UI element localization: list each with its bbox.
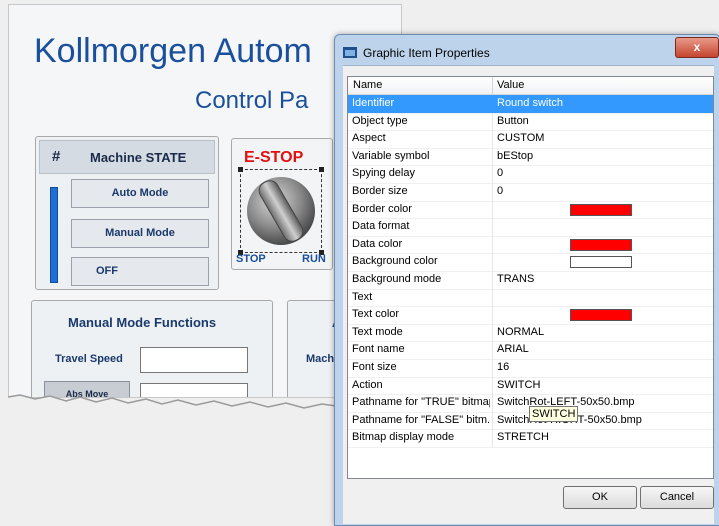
property-value[interactable]: STRETCH: [497, 431, 549, 443]
color-swatch[interactable]: [570, 238, 632, 251]
property-value[interactable]: NORMAL: [497, 326, 544, 338]
property-value[interactable]: 16: [497, 361, 509, 373]
property-row[interactable]: Identifier Round switch: [348, 95, 713, 114]
column-divider: [492, 411, 493, 430]
property-row[interactable]: Data format: [348, 218, 713, 237]
property-name: Text mode: [352, 325, 403, 338]
column-divider: [492, 165, 493, 183]
value-tooltip: SWITCH: [529, 406, 579, 422]
column-divider: [492, 323, 493, 342]
column-divider: [492, 341, 493, 359]
property-row[interactable]: Spying delay 0: [348, 165, 713, 184]
property-name: Aspect: [352, 132, 386, 145]
property-name: Border color: [352, 202, 412, 215]
property-row[interactable]: Action SWITCH: [348, 376, 713, 396]
property-name: Object type: [352, 114, 408, 127]
property-name: Variable symbol: [352, 149, 430, 162]
property-name: Data format: [352, 220, 410, 233]
color-swatch[interactable]: [570, 256, 632, 269]
property-value[interactable]: 0: [497, 185, 503, 197]
property-value[interactable]: SWITCH: [497, 379, 540, 391]
column-divider: [492, 394, 493, 412]
column-header-value[interactable]: Value: [497, 79, 524, 91]
property-row[interactable]: Border size 0: [348, 183, 713, 202]
property-row[interactable]: Background mode TRANS: [348, 271, 713, 290]
property-row[interactable]: Text color: [348, 306, 713, 325]
cancel-button[interactable]: Cancel: [640, 486, 714, 509]
column-divider: [492, 288, 493, 307]
property-name: Data color: [352, 237, 403, 250]
close-button[interactable]: x: [675, 37, 719, 58]
property-row[interactable]: Font size 16: [348, 359, 713, 378]
property-name: Border size: [352, 185, 408, 197]
property-value[interactable]: bEStop: [497, 150, 533, 162]
column-divider: [492, 306, 493, 324]
property-row[interactable]: Font name ARIAL: [348, 341, 713, 360]
property-name: Text: [352, 290, 373, 303]
window-icon: [343, 47, 357, 58]
property-row[interactable]: Background color: [348, 253, 713, 272]
column-divider: [492, 218, 493, 236]
graphic-item-properties-dialog: Graphic Item Properties x Name Value Ide…: [334, 34, 719, 526]
property-name: Background mode: [352, 273, 442, 285]
ok-button[interactable]: OK: [563, 486, 637, 509]
column-divider: [492, 147, 493, 166]
color-swatch[interactable]: [570, 203, 632, 216]
property-value[interactable]: TRANS: [497, 273, 534, 285]
property-value[interactable]: ARIAL: [497, 343, 529, 355]
property-name: Pathname for "TRUE" bitmap: [352, 396, 490, 409]
column-divider: [492, 200, 493, 219]
property-name: Pathname for "FALSE" bitm...: [352, 413, 490, 426]
property-row[interactable]: Variable symbol bEStop: [348, 147, 713, 167]
color-swatch[interactable]: [570, 309, 632, 322]
property-grid-header: Name Value: [348, 77, 713, 95]
property-value[interactable]: Round switch: [497, 97, 563, 109]
property-value[interactable]: Button: [497, 115, 529, 127]
property-row[interactable]: Object type Button: [348, 112, 713, 132]
property-row[interactable]: Text: [348, 288, 713, 308]
property-name: Spying delay: [352, 167, 415, 180]
property-row[interactable]: Bitmap display mode STRETCH: [348, 429, 713, 448]
property-name: Text color: [352, 308, 400, 321]
column-divider: [492, 253, 493, 271]
column-divider: [492, 95, 493, 113]
column-divider: [492, 235, 493, 254]
property-value[interactable]: 0: [497, 167, 503, 179]
column-divider: [492, 376, 493, 395]
property-name: Font name: [352, 343, 405, 356]
column-divider: [492, 183, 493, 201]
column-divider: [492, 429, 493, 447]
column-header-name[interactable]: Name: [353, 79, 382, 91]
property-row[interactable]: Border color: [348, 200, 713, 220]
column-divider: [492, 112, 493, 131]
column-divider: [492, 359, 493, 377]
property-name: Bitmap display mode: [352, 431, 455, 444]
property-value[interactable]: CUSTOM: [497, 132, 544, 144]
column-divider: [492, 130, 493, 148]
dialog-title: Graphic Item Properties: [363, 46, 490, 60]
property-grid[interactable]: Name Value Identifier Round switch Object …: [347, 76, 714, 479]
property-row[interactable]: Text mode NORMAL: [348, 323, 713, 343]
property-name: Font size: [352, 361, 397, 373]
property-name: Identifier: [352, 97, 395, 109]
dialog-body: Name Value Identifier Round switch Object …: [343, 65, 714, 524]
property-name: Background color: [352, 255, 438, 268]
property-name: Action: [352, 378, 383, 391]
property-row[interactable]: Data color: [348, 235, 713, 255]
property-row[interactable]: Aspect CUSTOM: [348, 130, 713, 149]
column-divider[interactable]: [492, 77, 493, 94]
column-divider: [492, 271, 493, 289]
